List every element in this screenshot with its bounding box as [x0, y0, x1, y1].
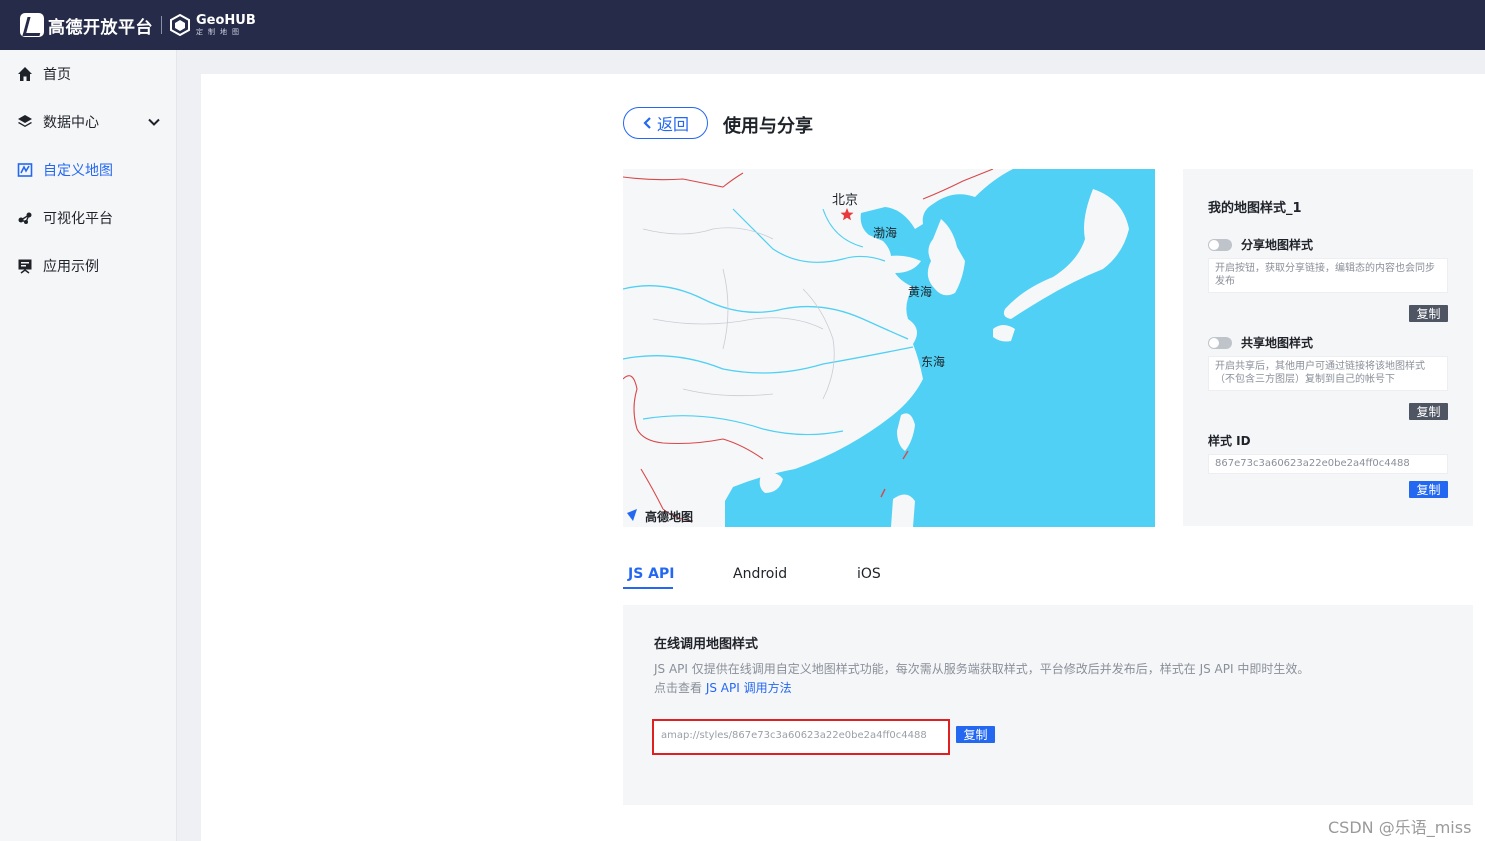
- amap-logo[interactable]: 高德开放平台: [20, 13, 153, 38]
- page-title: 使用与分享: [723, 116, 813, 137]
- sidebar-item-custom-map[interactable]: 自定义地图: [0, 148, 177, 192]
- back-button[interactable]: 返回: [623, 107, 708, 139]
- tab-android[interactable]: Android: [733, 566, 787, 582]
- map-label-huanghai: 黄海: [908, 284, 932, 299]
- back-label: 返回: [656, 115, 689, 134]
- layers-icon: [17, 114, 33, 130]
- jsapi-link-prefix: 点击查看: [654, 681, 706, 695]
- public-label: 共享地图样式: [1241, 336, 1314, 350]
- public-copy-button[interactable]: 复制: [1409, 403, 1448, 420]
- sidebar-item-label: 应用示例: [43, 259, 99, 275]
- home-icon: [17, 66, 33, 82]
- url-copy-button[interactable]: 复制: [956, 726, 995, 743]
- geohub-subtitle: 定制地图: [196, 28, 244, 36]
- map-logo-text: 高德地图: [645, 509, 693, 524]
- jsapi-docs-link[interactable]: JS API 调用方法: [706, 681, 792, 695]
- tab-active-indicator: [623, 587, 673, 589]
- sidebar-item-data-center[interactable]: 数据中心: [0, 100, 177, 144]
- style-url-field[interactable]: amap://styles/867e73c3a60623a22e0be2a4ff…: [652, 719, 950, 755]
- sidebar-item-label: 首页: [43, 67, 71, 83]
- jsapi-link-line: 点击查看 JS API 调用方法: [654, 679, 792, 696]
- map-label-bohai: 渤海: [873, 225, 897, 240]
- geohub-logo-icon: [170, 14, 190, 36]
- share-description: 开启按钮，获取分享链接，编辑态的内容也会同步发布: [1208, 258, 1448, 293]
- sidebar-item-examples[interactable]: 应用示例: [0, 244, 177, 288]
- jsapi-title: 在线调用地图样式: [654, 637, 759, 652]
- top-bar: 高德开放平台 GeoHUB 定制地图: [0, 0, 1485, 50]
- chevron-down-icon[interactable]: [147, 115, 161, 129]
- share-toggle[interactable]: [1208, 239, 1232, 251]
- visualization-icon: [17, 210, 33, 226]
- style-id-copy-button[interactable]: 复制: [1409, 481, 1448, 498]
- share-panel: 我的地图样式_1 分享地图样式 开启按钮，获取分享链接，编辑态的内容也会同步发布…: [1183, 169, 1473, 526]
- public-toggle[interactable]: [1208, 337, 1232, 349]
- geohub-logo[interactable]: GeoHUB 定制地图: [169, 14, 256, 36]
- watermark: CSDN @乐语_miss: [1328, 818, 1472, 837]
- sidebar-item-label: 可视化平台: [43, 211, 113, 227]
- tab-ios[interactable]: iOS: [857, 566, 881, 582]
- map-canvas: 北京 渤海 黄海 东海 高德地图: [623, 169, 1155, 527]
- custom-map-icon: [17, 162, 33, 178]
- style-id-label: 样式 ID: [1208, 434, 1251, 448]
- sidebar-item-visualization[interactable]: 可视化平台: [0, 196, 177, 240]
- brand-name: 高德开放平台: [48, 17, 153, 38]
- examples-icon: [17, 258, 33, 274]
- tab-js-api[interactable]: JS API: [628, 566, 674, 582]
- map-label-donghai: 东海: [921, 354, 945, 369]
- style-id-value: 867e73c3a60623a22e0be2a4ff0c4488: [1208, 454, 1448, 474]
- chevron-left-icon: [643, 117, 651, 129]
- sidebar-item-home[interactable]: 首页: [0, 52, 177, 96]
- geohub-name: GeoHUB: [196, 13, 256, 28]
- sidebar-item-label: 自定义地图: [43, 163, 113, 179]
- sidebar: 首页 数据中心 自定义地图 可视化平台 应用示例: [0, 50, 177, 841]
- share-copy-button[interactable]: 复制: [1409, 305, 1448, 322]
- public-description: 开启共享后，其他用户可通过链接将该地图样式（不包含三方图层）复制到自己的帐号下: [1208, 356, 1448, 391]
- sidebar-item-label: 数据中心: [43, 115, 99, 131]
- amap-logo-icon: [20, 13, 44, 37]
- jsapi-description: JS API 仅提供在线调用自定义地图样式功能，每次需从服务端获取样式，平台修改…: [654, 662, 1310, 676]
- map-label-beijing: 北京: [832, 193, 858, 208]
- style-name: 我的地图样式_1: [1208, 201, 1302, 216]
- map-preview[interactable]: 北京 渤海 黄海 东海 高德地图: [623, 169, 1155, 527]
- logo-divider: [161, 16, 162, 34]
- share-label: 分享地图样式: [1241, 238, 1314, 252]
